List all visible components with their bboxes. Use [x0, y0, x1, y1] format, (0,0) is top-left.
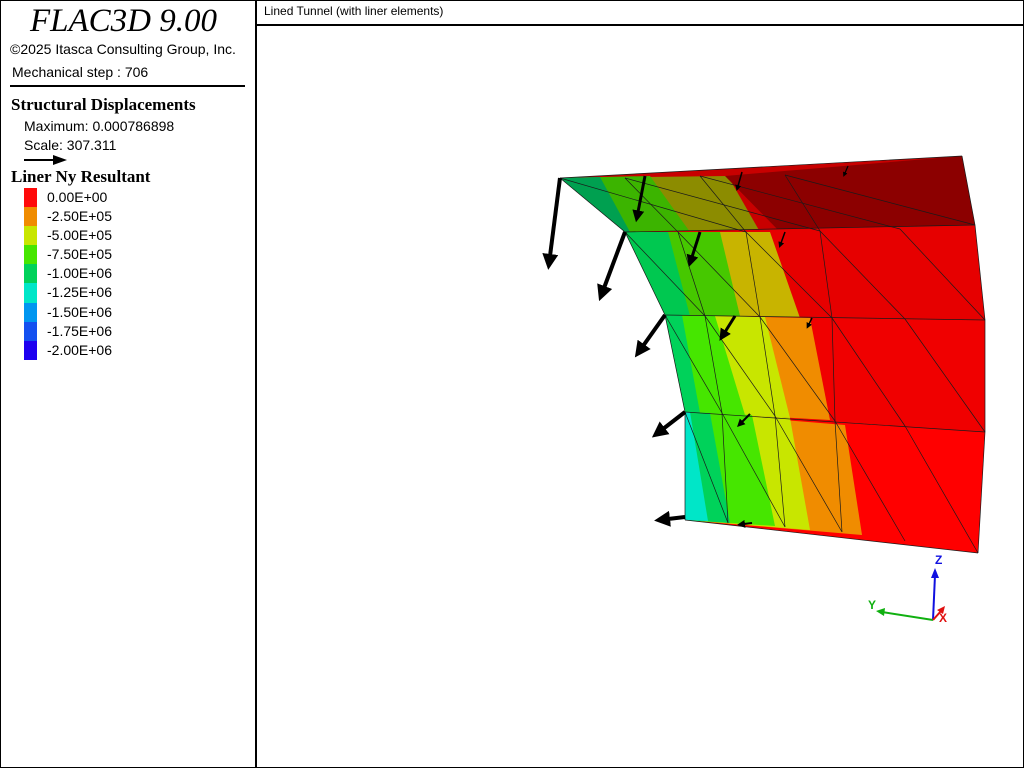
- contour-label: -7.50E+05: [47, 246, 112, 263]
- legend-panel: FLAC3D 9.00 ©2025 Itasca Consulting Grou…: [0, 0, 255, 768]
- copyright-text: ©2025 Itasca Consulting Group, Inc.: [10, 41, 236, 57]
- axis-y-label: Y: [868, 598, 876, 612]
- app-title: FLAC3D 9.00: [30, 3, 218, 39]
- contour-label: -2.00E+06: [47, 341, 112, 358]
- contour-swatch: [24, 245, 37, 265]
- contour-label: 0.00E+00: [47, 189, 108, 205]
- liner-surface: [560, 156, 985, 553]
- contour-swatch: [24, 340, 37, 360]
- axes-triad: Z Y X: [868, 553, 947, 625]
- legend-rule: [10, 85, 245, 87]
- contour-swatch: [24, 302, 37, 322]
- axis-y-line: [881, 611, 934, 621]
- contour-label: -1.75E+06: [47, 322, 112, 339]
- contour-label: -2.50E+05: [47, 208, 112, 225]
- contour-swatch: [24, 226, 37, 246]
- contour-swatch: [24, 264, 37, 284]
- displacement-scale: Scale: 307.311: [24, 137, 117, 153]
- contour-swatch: [24, 283, 37, 303]
- contour-label: -1.00E+06: [47, 265, 112, 282]
- scale-arrow-icon: [24, 155, 67, 165]
- plot-header: Lined Tunnel (with liner elements): [257, 0, 1024, 26]
- contour-label: -1.50E+06: [47, 303, 112, 320]
- axis-z-line: [932, 574, 936, 621]
- contour-swatch: [24, 321, 37, 341]
- mechanical-step-text: Mechanical step : 706: [12, 64, 149, 80]
- contour-label: -5.00E+05: [47, 227, 112, 244]
- model-viewport[interactable]: Z Y X: [257, 26, 1022, 766]
- contour-swatch: [24, 188, 37, 208]
- liner-ny-resultant-title: Liner Ny Resultant: [11, 167, 151, 186]
- structural-displacements-title: Structural Displacements: [11, 95, 196, 114]
- displacement-maximum: Maximum: 0.000786898: [24, 118, 175, 134]
- axis-y-arrowhead: [876, 608, 885, 616]
- axis-z-label: Z: [935, 553, 942, 567]
- contour-label: -1.25E+06: [47, 284, 112, 301]
- plot-title: Lined Tunnel (with liner elements): [264, 4, 444, 18]
- axis-x-label: X: [939, 611, 947, 625]
- contour-swatch: [24, 207, 37, 227]
- axis-z-arrowhead: [931, 568, 939, 578]
